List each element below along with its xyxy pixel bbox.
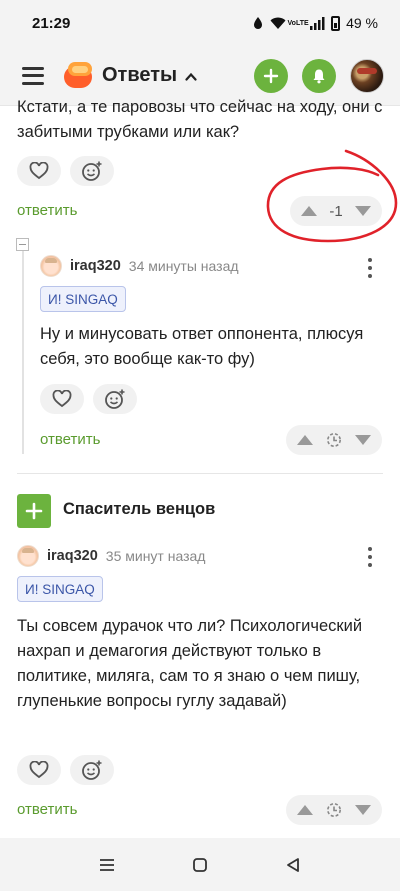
menu-icon[interactable] (22, 66, 44, 85)
reply-link[interactable]: ответить (17, 801, 77, 818)
heart-icon (29, 761, 49, 779)
emoji-add-icon (82, 161, 102, 181)
author-avatar[interactable] (40, 255, 62, 277)
clock-icon (327, 433, 341, 447)
add-reaction-button[interactable] (70, 755, 114, 785)
vote-control (286, 795, 382, 825)
comment-time[interactable]: 35 минут назад (106, 548, 206, 564)
data-saver-icon (252, 15, 264, 31)
vote-control (286, 425, 382, 455)
system-nav-bar (0, 838, 400, 891)
volte-icon: VoLTE (287, 19, 309, 27)
status-bar: 21:29 VoLTE 49 % (0, 0, 400, 46)
profile-avatar[interactable] (350, 58, 384, 93)
like-button[interactable] (17, 156, 61, 186)
thread-line (22, 248, 24, 454)
plus-icon (263, 68, 279, 83)
heart-icon (52, 390, 72, 408)
previous-comment-text: Кстати, а те паровозы что сейчас на ходу… (17, 98, 383, 141)
add-reaction-button[interactable] (93, 384, 137, 414)
page-title[interactable]: Ответы (102, 64, 177, 87)
comment-header: iraq320 34 минуты назад (40, 255, 239, 277)
arrow-down-icon[interactable] (354, 804, 372, 816)
arrow-down-icon[interactable] (354, 434, 372, 446)
status-time: 21:29 (32, 14, 71, 32)
comment-text: Ты совсем дурачок что ли? Психологически… (17, 617, 363, 710)
like-button[interactable] (17, 755, 61, 785)
reply-link[interactable]: ответить (17, 202, 77, 219)
comment-header: iraq320 35 минут назад (17, 545, 205, 567)
like-button[interactable] (40, 384, 84, 414)
wifi-icon (270, 15, 286, 31)
bell-icon (313, 69, 325, 83)
story-title[interactable]: Спаситель венцов (63, 500, 215, 519)
divider (17, 473, 383, 474)
comment-time[interactable]: 34 минуты назад (129, 258, 239, 274)
author-avatar[interactable] (17, 545, 39, 567)
author-name[interactable]: iraq320 (70, 258, 121, 274)
arrow-up-icon[interactable] (296, 804, 314, 816)
story-plus-button[interactable] (17, 494, 51, 528)
home-button[interactable] (188, 853, 212, 877)
kebab-icon[interactable] (364, 258, 376, 278)
community-tag[interactable]: И! SINGAQ (40, 286, 126, 312)
author-name[interactable]: iraq320 (47, 548, 98, 564)
red-annotation-circle (266, 149, 398, 243)
comment-text: Ну и минусовать ответ оппонента, плюсуя … (40, 325, 364, 368)
arrow-up-icon[interactable] (296, 434, 314, 446)
status-icons: VoLTE 49 % (252, 15, 378, 31)
community-tag[interactable]: И! SINGAQ (17, 576, 103, 602)
back-button[interactable] (281, 853, 305, 877)
app-logo[interactable] (62, 60, 94, 92)
battery-icon (331, 15, 341, 31)
reply-link[interactable]: ответить (40, 431, 100, 448)
recent-apps-button[interactable] (95, 853, 119, 877)
heart-icon (29, 162, 49, 180)
plus-icon (25, 502, 43, 520)
kebab-icon[interactable] (364, 547, 376, 567)
emoji-add-icon (82, 760, 102, 780)
emoji-add-icon (105, 389, 125, 409)
notifications-button[interactable] (302, 58, 336, 93)
collapse-thread-button[interactable] (16, 238, 29, 251)
chevron-up-icon[interactable] (185, 70, 197, 82)
clock-icon (327, 803, 341, 817)
add-post-button[interactable] (254, 58, 288, 93)
battery-level: 49 % (346, 15, 378, 31)
add-reaction-button[interactable] (70, 156, 114, 186)
signal-icon (310, 15, 325, 31)
